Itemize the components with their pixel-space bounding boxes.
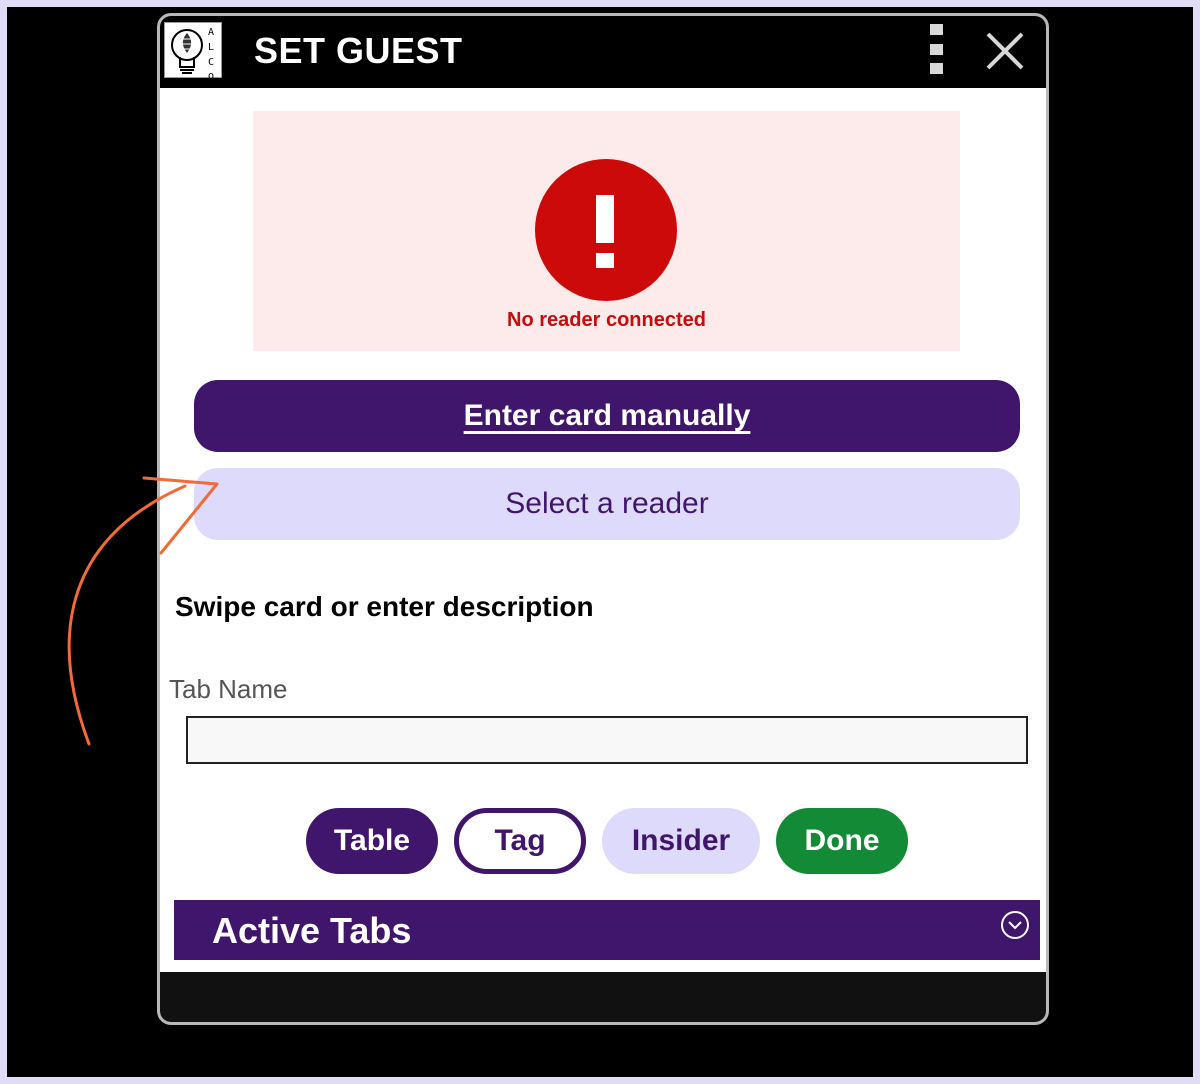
active-tabs-title: Active Tabs (212, 910, 412, 951)
chevron-down-circle-icon[interactable] (1000, 910, 1030, 940)
set-guest-dialog: ALCO SET GUEST No reader connected Enter… (157, 13, 1049, 1025)
select-reader-button[interactable]: Select a reader (194, 468, 1020, 540)
title-bar: ALCO SET GUEST (160, 16, 1046, 88)
kebab-menu-icon[interactable] (928, 24, 944, 74)
exclamation-circle-icon (535, 159, 677, 301)
reader-status-alert: No reader connected (253, 111, 960, 351)
tab-name-input[interactable] (186, 716, 1028, 764)
logo-text: ALCO (207, 27, 215, 83)
guest-type-chips: Table Tag Insider Done (306, 808, 916, 874)
active-tabs-header[interactable]: Active Tabs (174, 900, 1040, 960)
dialog-title: SET GUEST (254, 30, 463, 71)
enter-card-manually-button[interactable]: Enter card manually (194, 380, 1020, 452)
done-button[interactable]: Done (776, 808, 908, 874)
tag-chip[interactable]: Tag (454, 808, 586, 874)
alco-logo: ALCO (164, 22, 222, 83)
screenshot-frame: ALCO SET GUEST No reader connected Enter… (7, 7, 1193, 1077)
close-icon[interactable] (982, 28, 1028, 74)
table-chip[interactable]: Table (306, 808, 438, 874)
insider-chip[interactable]: Insider (602, 808, 760, 874)
tab-name-label: Tab Name (169, 674, 288, 704)
instruction-heading: Swipe card or enter description (175, 591, 594, 622)
alert-message: No reader connected (507, 309, 706, 331)
dialog-footer (160, 972, 1046, 1022)
